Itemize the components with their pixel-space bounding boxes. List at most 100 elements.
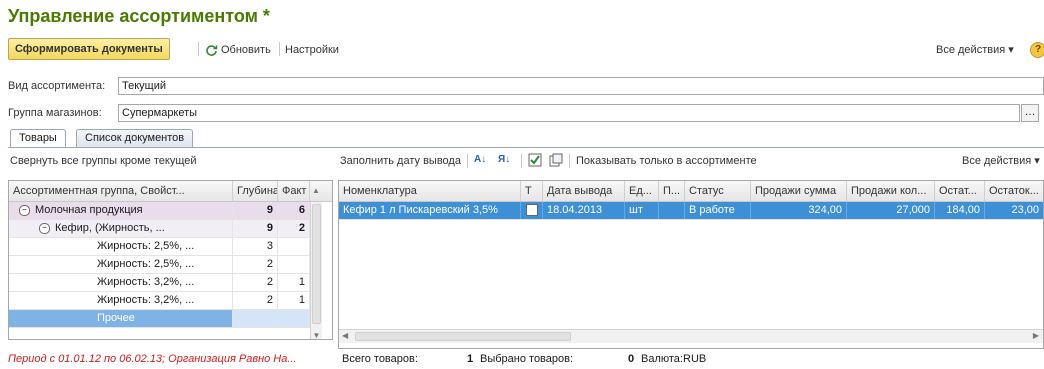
column-header-status[interactable]: Статус [685,181,751,201]
row-fact [278,238,310,255]
toolbar-separator [521,154,522,168]
scrollbar-thumb[interactable] [312,204,321,324]
column-header-group[interactable]: Ассортиментная группа, Свойст... [9,181,233,201]
table-empty-area [339,220,1043,329]
selected-goods-value: 0 [628,353,635,365]
tab-goods[interactable]: Товары [10,129,66,148]
row-name: Молочная продукция [35,204,143,216]
copy-icon[interactable] [549,153,563,170]
scroll-up-icon[interactable]: ▲ [310,181,322,201]
collapse-icon[interactable]: − [39,222,50,234]
column-header-sales-sum[interactable]: Продажи сумма [751,181,847,201]
toolbar-separator [467,154,468,168]
row-sales-sum: 324,00 [751,202,847,219]
column-header-t[interactable]: Т [521,181,543,201]
table-row[interactable]: Жирность: 2,5%, ... 3 [9,238,310,256]
vertical-scrollbar[interactable]: ▼ [310,202,322,339]
horizontal-scrollbar[interactable]: ◀ ▶ [339,329,1043,343]
check-all-icon[interactable] [528,153,542,170]
table-row[interactable]: Жирность: 3,2%, ... 2 1 [9,274,310,292]
row-name: Жирность: 2,5%, ... [9,238,233,255]
scroll-left-icon[interactable]: ◀ [342,331,348,340]
row-fact: 2 [278,220,310,237]
table-row[interactable]: Жирность: 2,5%, ... 2 [9,256,310,274]
row-rest1: 184,00 [935,202,985,219]
assortment-kind-label: Вид ассортимента: [8,80,106,92]
row-name: Жирность: 3,2%, ... [9,274,233,291]
sort-descending-icon[interactable]: Я↓ [498,153,510,167]
row-fact: 1 [278,274,310,291]
scroll-down-icon[interactable]: ▼ [311,331,322,339]
period-info-link[interactable]: Период с 01.01.12 по 06.02.13; Организац… [8,351,333,367]
assortment-groups-table[interactable]: Ассортиментная группа, Свойст... Глубина… [8,180,333,340]
currency-label: Валюта: [641,353,683,365]
scroll-right-icon[interactable]: ▶ [1033,331,1039,340]
refresh-label: Обновить [221,44,271,56]
column-header-unit[interactable]: Ед... [625,181,659,201]
fill-date-button[interactable]: Заполнить дату вывода [340,150,461,172]
column-header-rest2[interactable]: Остаток... [985,181,1043,201]
row-fact: 1 [278,292,310,309]
row-sales-qty: 27,000 [847,202,935,219]
assortment-kind-input[interactable]: Текущий [118,77,1044,95]
row-p [659,202,685,219]
table-row[interactable]: Кефир 1 л Пискаревский 3,5% 18.04.2013 ш… [339,202,1043,220]
column-header-depth[interactable]: Глубина [233,181,278,201]
table-row[interactable]: − Кефир, (Жирность, ... 9 2 [9,220,310,238]
scrollbar-thumb[interactable] [355,332,571,341]
all-actions-right-button[interactable]: Все действия ▾ [962,150,1040,172]
sort-ascending-icon[interactable]: A↓ [474,153,486,167]
column-header-fact[interactable]: Факт [278,181,310,201]
settings-button[interactable]: Настройки [285,39,339,61]
column-header-item[interactable]: Номенклатура [339,181,521,201]
row-depth: 2 [233,256,278,273]
row-item: Кефир 1 л Пискаревский 3,5% [339,202,521,219]
page-title: Управление ассортиментом * [8,6,270,26]
row-unit: шт [625,202,659,219]
show-only-in-assortment-toggle[interactable]: Показывать только в ассортименте [576,150,757,172]
table-row[interactable]: − Молочная продукция 9 6 [9,202,310,220]
column-header-p[interactable]: П... [659,181,685,201]
row-depth: 9 [233,220,278,237]
refresh-icon [206,44,218,56]
table-row[interactable]: Жирность: 3,2%, ... 2 1 [9,292,310,310]
total-goods-label: Всего товаров: [342,353,418,365]
row-depth: 3 [233,238,278,255]
help-icon[interactable]: ? [1030,42,1044,58]
toolbar-separator [198,42,199,56]
row-depth: 9 [233,202,278,219]
column-header-rest1[interactable]: Остат... [935,181,985,201]
row-fact [278,256,310,273]
toolbar-separator [279,42,280,56]
row-name: Прочее [9,310,233,327]
row-name: Кефир, (Жирность, ... [55,222,165,234]
store-group-label: Группа магазинов: [8,107,102,119]
refresh-button[interactable]: Обновить [205,39,271,61]
tab-panel-border [8,147,1044,148]
row-checkbox[interactable] [525,204,538,217]
table-row[interactable]: Прочее [9,310,310,328]
collapse-icon[interactable]: − [19,204,30,216]
row-fact: 6 [278,202,310,219]
row-date[interactable]: 18.04.2013 [543,202,625,219]
table-header: Ассортиментная группа, Свойст... Глубина… [9,181,332,202]
nomenclature-table[interactable]: Номенклатура Т Дата вывода Ед... П... Ст… [338,180,1044,349]
row-name: Жирность: 2,5%, ... [9,256,233,273]
toolbar-separator [569,154,570,168]
row-fact [278,310,310,327]
total-goods-value: 1 [467,353,474,365]
store-group-input[interactable]: Супермаркеты [118,104,1020,122]
tab-documents[interactable]: Список документов [76,129,194,147]
generate-documents-button[interactable]: Сформировать документы [8,38,170,60]
collapse-groups-link[interactable]: Свернуть все группы кроме текущей [10,150,197,172]
selected-goods-label: Выбрано товаров: [480,353,574,365]
all-actions-top-button[interactable]: Все действия ▾ [936,39,1014,61]
currency-value: RUB [683,353,707,365]
store-group-select-button[interactable]: … [1021,104,1039,122]
table-header: Номенклатура Т Дата вывода Ед... П... Ст… [339,181,1043,202]
row-rest2: 23,00 [1011,204,1039,216]
column-header-sales-qty[interactable]: Продажи кол... [847,181,935,201]
row-depth: 2 [233,292,278,309]
column-header-date[interactable]: Дата вывода [543,181,625,201]
row-name: Жирность: 3,2%, ... [9,292,233,309]
